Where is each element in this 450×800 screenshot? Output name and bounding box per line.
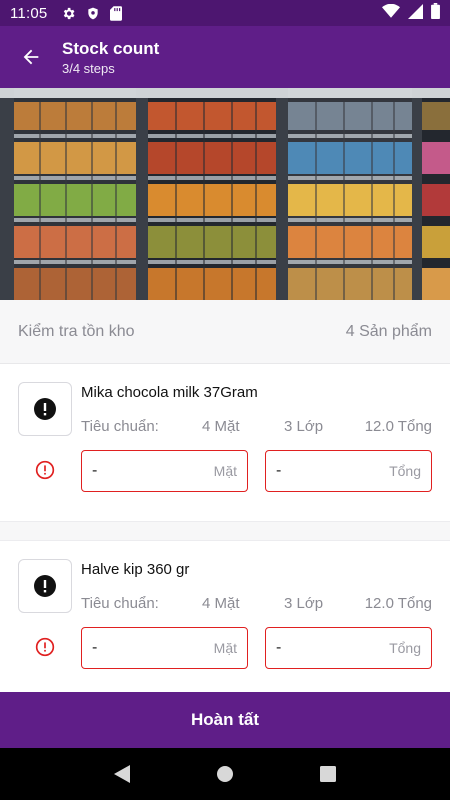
total-input[interactable]: - Tổng xyxy=(265,627,432,669)
home-circle-icon[interactable] xyxy=(205,754,245,794)
back-triangle-icon[interactable] xyxy=(102,754,142,794)
faces-input[interactable]: - Mặt xyxy=(81,627,248,669)
faces-value: - xyxy=(92,462,98,479)
alert-outline-icon xyxy=(35,637,55,657)
battery-icon xyxy=(431,3,440,23)
settings-gear-icon xyxy=(61,6,76,21)
inventory-summary: Kiểm tra tồn kho 4 Sản phẩm xyxy=(0,300,450,364)
spec-total: 12.0 Tổng xyxy=(364,595,432,612)
spec-label: Tiêu chuẩn: xyxy=(81,418,159,435)
spec-layers: 3 Lớp xyxy=(284,595,324,612)
system-nav-bar xyxy=(0,748,450,800)
spec-total: 12.0 Tổng xyxy=(364,418,432,435)
product-name: Mika chocola milk 37Gram xyxy=(81,384,258,401)
app-bar: Stock count 3/4 steps xyxy=(0,26,450,88)
spec-label: Tiêu chuẩn: xyxy=(81,595,159,612)
product-thumbnail[interactable] xyxy=(18,559,72,613)
alert-outline-icon xyxy=(35,460,55,480)
alert-filled-icon xyxy=(34,398,56,420)
total-unit: Tổng xyxy=(389,640,421,656)
section-divider xyxy=(0,521,450,541)
faces-unit: Mặt xyxy=(213,463,237,479)
product-card: Halve kip 360 gr Tiêu chuẩn: 4 Mặt 3 Lớp… xyxy=(0,541,450,692)
total-value: - xyxy=(276,639,282,656)
product-thumbnail[interactable] xyxy=(18,382,72,436)
signal-icon xyxy=(408,3,423,23)
faces-value: - xyxy=(92,639,98,656)
store-shelf-photo xyxy=(0,88,450,300)
sd-card-icon xyxy=(110,5,123,21)
product-count: 4 Sản phẩm xyxy=(345,322,432,340)
status-time: 11:05 xyxy=(10,4,48,22)
wifi-icon xyxy=(382,3,400,22)
status-bar: 11:05 xyxy=(0,0,450,26)
finish-button[interactable]: Hoàn tất xyxy=(0,692,450,748)
product-card: Mika chocola milk 37Gram Tiêu chuẩn: 4 M… xyxy=(0,364,450,521)
spec-layers: 3 Lớp xyxy=(284,418,324,435)
faces-input[interactable]: - Mặt xyxy=(81,450,248,492)
shield-icon xyxy=(86,6,100,21)
page-title: Stock count xyxy=(62,38,160,58)
product-name: Halve kip 360 gr xyxy=(81,561,190,578)
total-value: - xyxy=(276,462,282,479)
faces-unit: Mặt xyxy=(213,640,237,656)
summary-label: Kiểm tra tồn kho xyxy=(18,322,135,340)
recents-square-icon[interactable] xyxy=(308,754,348,794)
step-progress: 3/4 steps xyxy=(62,60,115,76)
total-unit: Tổng xyxy=(389,463,421,479)
spec-faces: 4 Mặt xyxy=(202,595,240,612)
total-input[interactable]: - Tổng xyxy=(265,450,432,492)
alert-filled-icon xyxy=(34,575,56,597)
spec-faces: 4 Mặt xyxy=(202,418,240,435)
back-button[interactable] xyxy=(0,26,62,88)
arrow-left-icon xyxy=(23,49,39,65)
